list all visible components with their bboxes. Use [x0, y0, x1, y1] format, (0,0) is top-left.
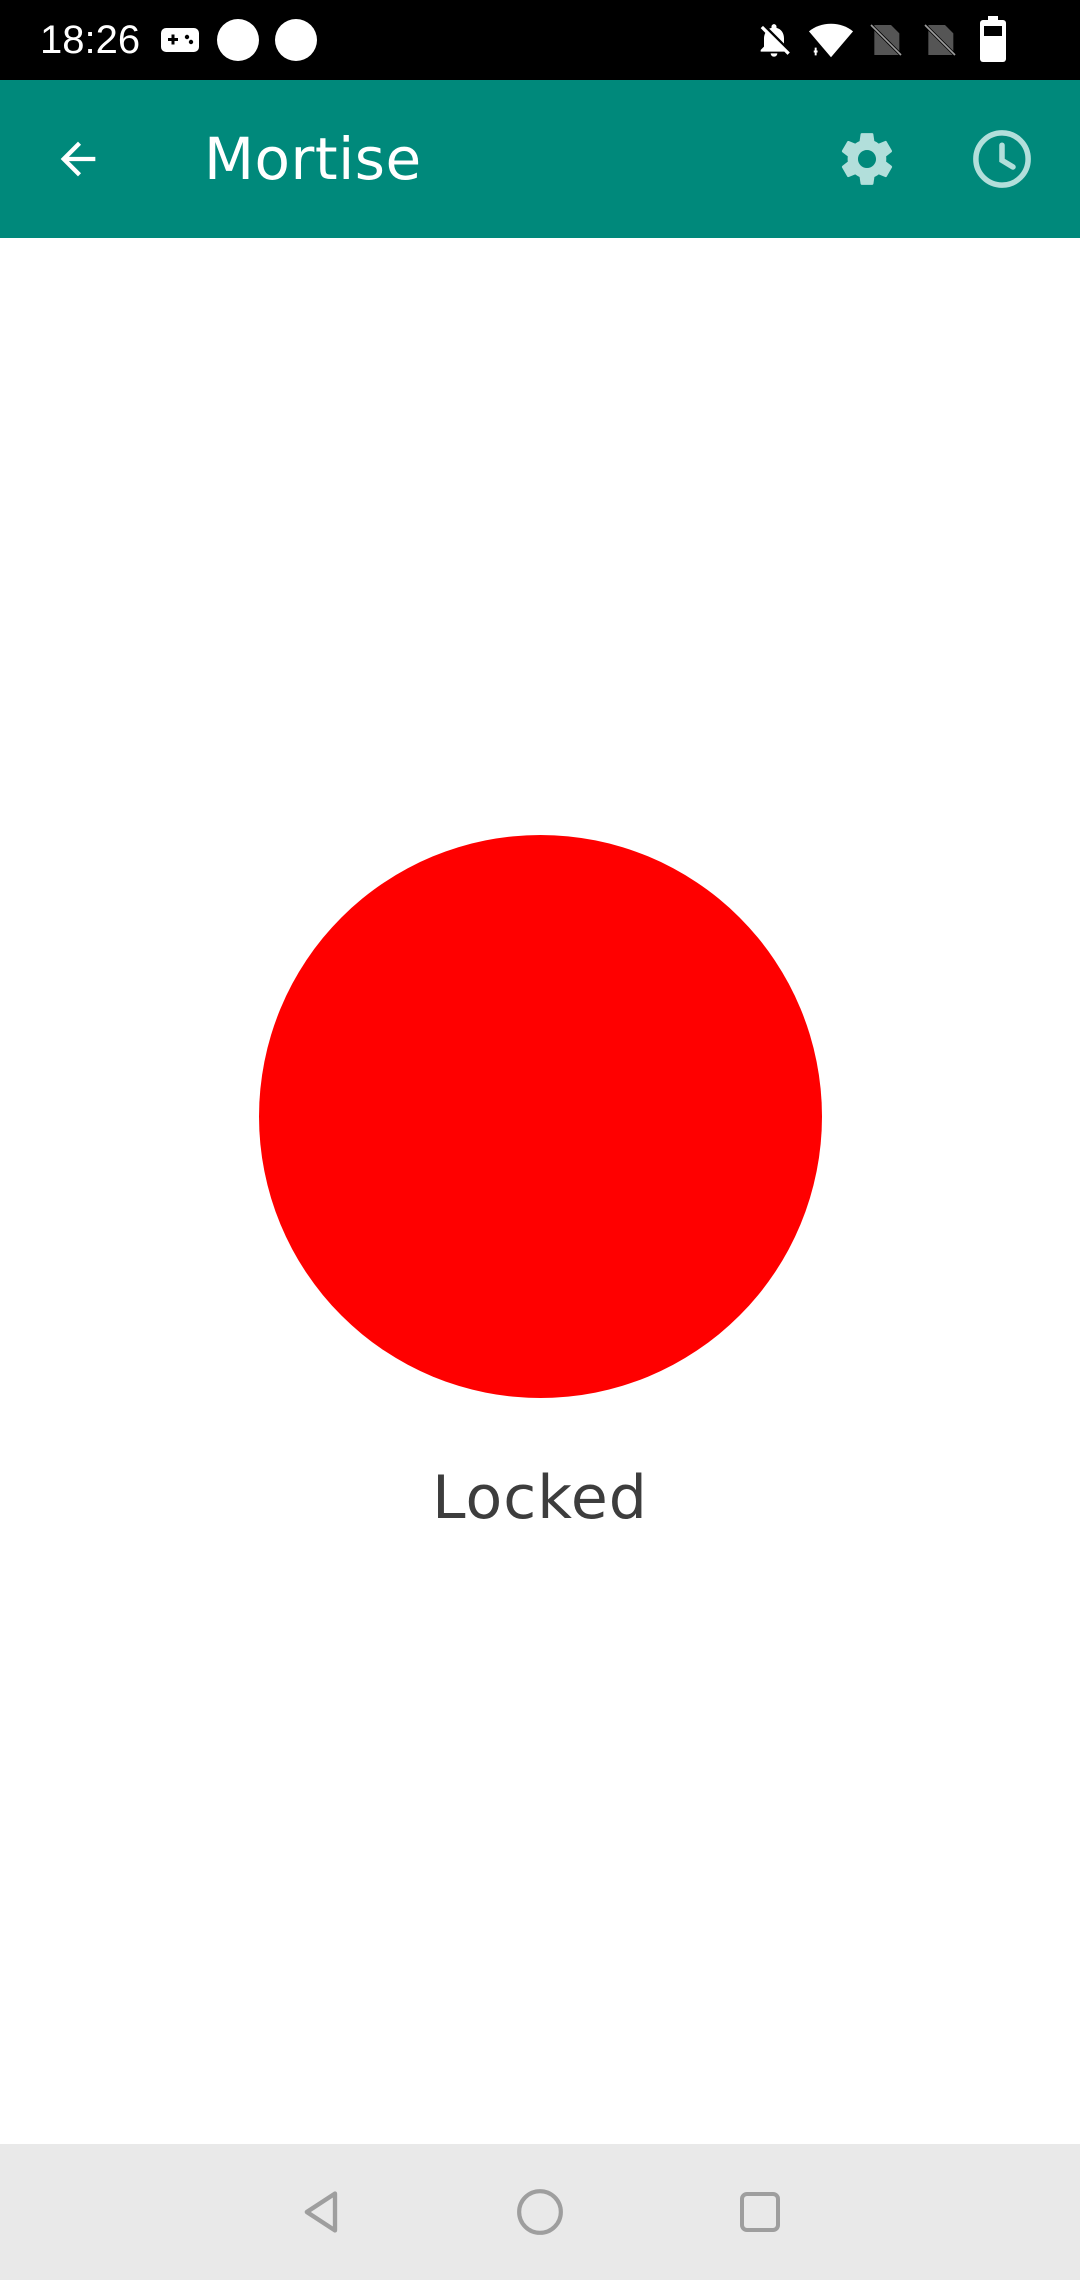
settings-button[interactable] — [817, 109, 917, 209]
history-button[interactable] — [952, 109, 1052, 209]
clock-icon — [973, 130, 1031, 188]
status-bar: 18:26 — [0, 0, 1080, 80]
bell-off-icon — [760, 24, 790, 57]
status-time: 18:26 — [40, 18, 141, 62]
nav-back-button[interactable] — [272, 2162, 372, 2262]
gamepad-icon — [161, 28, 199, 52]
notification-dot-icon — [217, 19, 259, 61]
recents-square-icon — [740, 2192, 780, 2232]
gear-icon — [841, 133, 893, 185]
page-title: Mortise — [204, 125, 422, 193]
lock-status-label: Locked — [432, 1463, 648, 1533]
home-circle-icon — [517, 2189, 563, 2235]
lock-status-indicator[interactable] — [259, 835, 822, 1398]
no-sim-icon — [869, 23, 903, 57]
lock-panel: Locked — [0, 238, 1080, 2144]
notification-dot-icon — [275, 19, 317, 61]
back-button[interactable] — [28, 109, 128, 209]
screen: 18:26 Mortise Locked — [0, 0, 1080, 2280]
back-triangle-icon — [304, 2191, 338, 2233]
nav-home-button[interactable] — [490, 2162, 590, 2262]
battery-icon — [980, 16, 1006, 62]
arrow-back-icon — [60, 141, 96, 177]
system-nav-bar — [0, 2144, 1080, 2280]
app-bar: Mortise — [0, 80, 1080, 238]
no-sim-icon — [923, 23, 957, 57]
nav-recents-button[interactable] — [710, 2162, 810, 2262]
wifi-icon — [808, 23, 854, 58]
